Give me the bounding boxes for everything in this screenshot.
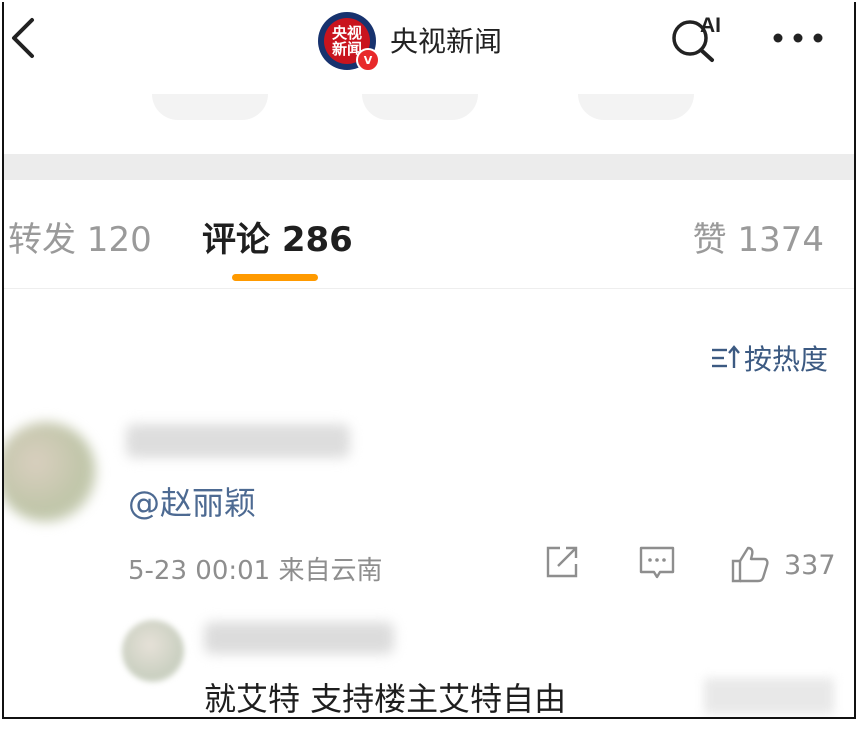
reply-icon[interactable] bbox=[638, 544, 676, 582]
sort-icon bbox=[711, 345, 740, 368]
faded-action bbox=[362, 94, 478, 120]
watermark-blurred bbox=[704, 678, 834, 714]
reply-avatar[interactable] bbox=[122, 620, 184, 682]
logo-text-line1: 央视 bbox=[331, 24, 362, 42]
ai-label: AI bbox=[700, 14, 721, 37]
tab-likes[interactable]: 赞 1374 bbox=[693, 212, 824, 261]
tab-divider bbox=[4, 288, 854, 289]
back-arrow-icon[interactable] bbox=[8, 16, 38, 60]
commenter-avatar[interactable] bbox=[4, 422, 96, 522]
sort-by-hot-button[interactable]: 按热度 bbox=[710, 338, 828, 378]
reply-name-blurred bbox=[204, 622, 394, 654]
comment-text[interactable]: @赵丽颖 bbox=[128, 478, 256, 524]
sort-label: 按热度 bbox=[743, 343, 828, 376]
tab-repost[interactable]: 转发 120 bbox=[8, 212, 152, 261]
verified-badge-icon: V bbox=[356, 48, 380, 72]
reply-text[interactable]: 就艾特 支持楼主艾特自由 bbox=[204, 674, 566, 717]
faded-action bbox=[578, 94, 694, 120]
like-count: 337 bbox=[784, 550, 836, 581]
section-divider bbox=[4, 154, 854, 180]
faded-action bbox=[152, 94, 268, 120]
active-tab-indicator bbox=[232, 274, 318, 281]
tab-comments[interactable]: 评论 286 bbox=[202, 212, 353, 261]
comment-meta: 5-23 00:01 来自云南 bbox=[128, 556, 383, 586]
account-name[interactable]: 央视新闻 bbox=[390, 20, 502, 60]
like-thumb-icon[interactable] bbox=[730, 544, 770, 584]
share-icon[interactable] bbox=[544, 544, 580, 580]
comment-screen: 央视 新闻 V 央视新闻 AI 转发 120 评论 286 赞 1374 按热度 bbox=[2, 2, 856, 719]
more-options-icon[interactable] bbox=[770, 28, 830, 48]
commenter-name-blurred bbox=[126, 424, 350, 458]
ai-search-icon[interactable]: AI bbox=[668, 12, 734, 64]
